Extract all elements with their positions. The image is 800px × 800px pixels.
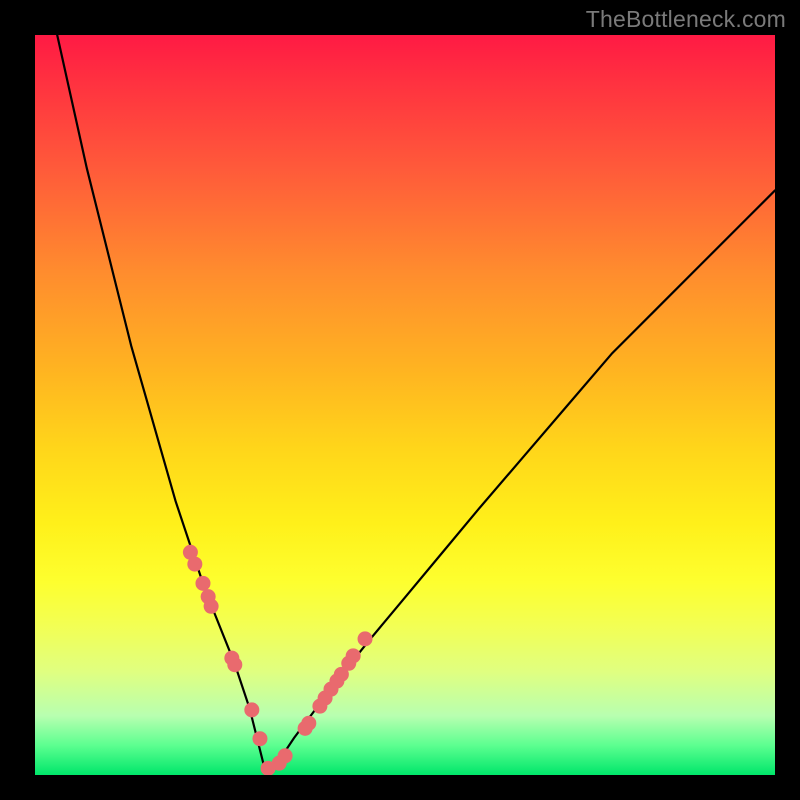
highlight-dot bbox=[252, 731, 267, 746]
highlight-dot bbox=[227, 657, 242, 672]
watermark-text: TheBottleneck.com bbox=[586, 6, 786, 33]
chart-svg bbox=[35, 35, 775, 775]
bottleneck-curve bbox=[57, 35, 775, 768]
chart-frame: TheBottleneck.com bbox=[0, 0, 800, 800]
highlight-dots-group bbox=[183, 545, 373, 775]
highlight-dot bbox=[195, 576, 210, 591]
highlight-dot bbox=[346, 648, 361, 663]
highlight-dot bbox=[204, 599, 219, 614]
highlight-dot bbox=[278, 748, 293, 763]
highlight-dot bbox=[358, 631, 373, 646]
highlight-dot bbox=[301, 716, 316, 731]
highlight-dot bbox=[187, 557, 202, 572]
highlight-dot bbox=[244, 702, 259, 717]
plot-area bbox=[35, 35, 775, 775]
